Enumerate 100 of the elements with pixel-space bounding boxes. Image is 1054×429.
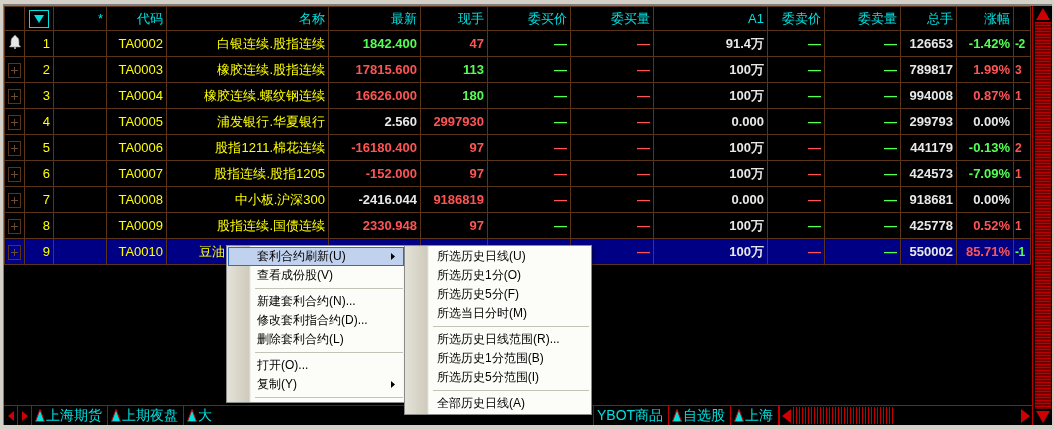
- cell-value: -152.000: [365, 166, 417, 181]
- menu-item[interactable]: 所选历史5分(F): [406, 285, 590, 304]
- cell-value: 113: [463, 62, 484, 77]
- table-row[interactable]: 1 TA0002 白银连续.股指连续 1842.400 47 — — 91.4万 — — 126653 -1.42% -2: [4, 30, 1031, 57]
- cell-value: 2.560: [384, 114, 417, 129]
- row-number: 2: [24, 56, 54, 83]
- cell-value: 97: [469, 140, 484, 155]
- market-tab[interactable]: 上海期货: [32, 406, 108, 425]
- column-header[interactable]: 代码: [106, 6, 167, 31]
- column-header[interactable]: 委卖量: [824, 6, 901, 31]
- row-number: 5: [24, 134, 54, 161]
- column-header[interactable]: 现手: [420, 6, 488, 31]
- column-header[interactable]: 名称: [166, 6, 329, 31]
- row-number: 6: [24, 160, 54, 187]
- cell-value: 0.00%: [973, 192, 1010, 207]
- row-number: 8: [24, 212, 54, 239]
- cell-value: 0.000: [731, 192, 764, 207]
- column-header[interactable]: 委卖价: [767, 6, 825, 31]
- table-row[interactable]: 7 TA0008 中小板.沪深300 -2416.044 9186819 — — 0.000 — — 918681 0.00%: [4, 186, 1031, 213]
- expand-icon[interactable]: [8, 88, 21, 104]
- menu-item[interactable]: 所选历史5分范围(I): [406, 368, 590, 387]
- table-row[interactable]: 8 TA0009 股指连续.国债连续 2330.948 97 — — 100万 — — 425778 0.52% 1: [4, 212, 1031, 239]
- scroll-right-icon[interactable]: [1021, 408, 1030, 423]
- table-cell: 中小板.沪深300: [166, 186, 329, 213]
- menu-item[interactable]: 删除套利合约(L): [228, 330, 404, 349]
- menu-item[interactable]: 所选历史日线(U): [406, 247, 590, 266]
- cell-value: —: [808, 62, 821, 77]
- column-header[interactable]: A1: [653, 6, 768, 31]
- cell-value: 1842.400: [362, 36, 417, 51]
- cell-value: 1: [1015, 219, 1022, 233]
- column-header[interactable]: 委买价: [487, 6, 571, 31]
- cell-value: 180: [462, 88, 484, 103]
- cell-value: 100万: [729, 243, 764, 259]
- scroll-down-icon[interactable]: [1035, 411, 1050, 423]
- table-row[interactable]: 3 TA0004 橡胶连续.螺纹钢连续 16626.000 180 — — 100万 — — 994008 0.87% 1: [4, 82, 1031, 109]
- menu-item[interactable]: 复制(Y): [228, 375, 404, 394]
- table-row[interactable]: 6 TA0007 股指连续.股指1205 -152.000 97 — — 100万 — — 424573 -7.09% 1: [4, 160, 1031, 187]
- cell-value: —: [884, 88, 897, 103]
- scrollbar-thumb[interactable]: [1034, 22, 1051, 409]
- cell-value: 441179: [910, 140, 953, 155]
- column-header[interactable]: 总手: [900, 6, 957, 31]
- market-tab[interactable]: YBOT商品: [594, 406, 670, 425]
- menu-item[interactable]: 新建套利合约(N)...: [228, 292, 404, 311]
- table-row[interactable]: 4 TA0005 浦发银行.华夏银行 2.560 2997930 — — 0.000 — — 299793 0.00%: [4, 108, 1031, 135]
- menu-item[interactable]: 所选历史1分范围(B): [406, 349, 590, 368]
- table-cell: TA0007: [106, 160, 167, 187]
- cell-value: 299793: [909, 114, 953, 129]
- vertical-scrollbar[interactable]: [1032, 6, 1052, 425]
- menu-item[interactable]: 查看成份股(V): [228, 266, 404, 285]
- column-header[interactable]: 最新: [328, 6, 421, 31]
- table-row[interactable]: 2 TA0003 橡胶连续.股指连续 17815.600 113 — — 100万 — — 789817 1.99% 3: [4, 56, 1031, 83]
- cell-value: 789817: [909, 62, 953, 77]
- table-cell: 橡胶连续.螺纹钢连续: [166, 82, 329, 109]
- table-row[interactable]: 5 TA0006 股指1211.棉花连续 -16180.400 97 — — 100万 — — 441179 -0.13% 2: [4, 134, 1031, 161]
- column-header[interactable]: 委买量: [570, 6, 654, 31]
- cell-value: 994008: [909, 88, 953, 103]
- cell-value: 424573: [909, 166, 953, 181]
- cell-value: —: [637, 192, 650, 207]
- menu-item[interactable]: 打开(O)...: [228, 356, 404, 375]
- market-tab[interactable]: 上期夜盘: [108, 406, 184, 425]
- table-cell: TA0008: [106, 186, 167, 213]
- expand-icon[interactable]: [8, 218, 21, 234]
- table-cell: 股指1211.棉花连续: [166, 134, 329, 161]
- horizontal-scrollbar[interactable]: [779, 406, 1032, 425]
- cell-value: —: [884, 244, 897, 259]
- expand-icon[interactable]: [8, 114, 21, 130]
- scrollbar-thumb[interactable]: [793, 407, 894, 424]
- cell-value: —: [554, 140, 567, 155]
- market-tab[interactable]: 上海: [731, 406, 780, 425]
- expand-icon[interactable]: [8, 244, 21, 260]
- menu-item[interactable]: 修改套利指合约(D)...: [228, 311, 404, 330]
- bell-icon[interactable]: [8, 35, 21, 49]
- expand-icon[interactable]: [8, 62, 21, 78]
- menu-item[interactable]: 所选历史1分(O): [406, 266, 590, 285]
- cell-value: 0.000: [731, 114, 764, 129]
- column-header[interactable]: *: [53, 6, 107, 31]
- dropdown-button[interactable]: [29, 9, 49, 28]
- table-cell: TA0004: [106, 82, 167, 109]
- market-tab[interactable]: 自选股: [669, 406, 732, 425]
- menu-item[interactable]: 所选历史日线范围(R)...: [406, 330, 590, 349]
- cell-value: 100万: [729, 217, 764, 233]
- expand-icon[interactable]: [8, 140, 21, 156]
- table-cell: TA0003: [106, 56, 167, 83]
- expand-icon[interactable]: [8, 192, 21, 208]
- menu-item[interactable]: 所选当日分时(M): [406, 304, 590, 323]
- cell-value: 17815.600: [355, 62, 417, 77]
- cell-value: 100万: [729, 139, 764, 155]
- cell-value: —: [884, 36, 897, 51]
- cell-value: 16626.000: [355, 88, 417, 103]
- menu-item[interactable]: 套利合约刷新(U): [228, 247, 404, 266]
- cell-value: 97: [469, 166, 484, 181]
- cell-value: 85.71%: [965, 244, 1010, 259]
- column-header[interactable]: 涨幅: [956, 6, 1014, 31]
- cell-value: —: [554, 166, 567, 181]
- cell-value: 97: [469, 218, 484, 233]
- cell-value: 91.4万: [725, 35, 764, 51]
- scroll-up-icon[interactable]: [1035, 8, 1050, 20]
- expand-icon[interactable]: [8, 166, 21, 182]
- cell-value: 3: [1015, 63, 1022, 77]
- cell-value: -0.13%: [968, 140, 1010, 155]
